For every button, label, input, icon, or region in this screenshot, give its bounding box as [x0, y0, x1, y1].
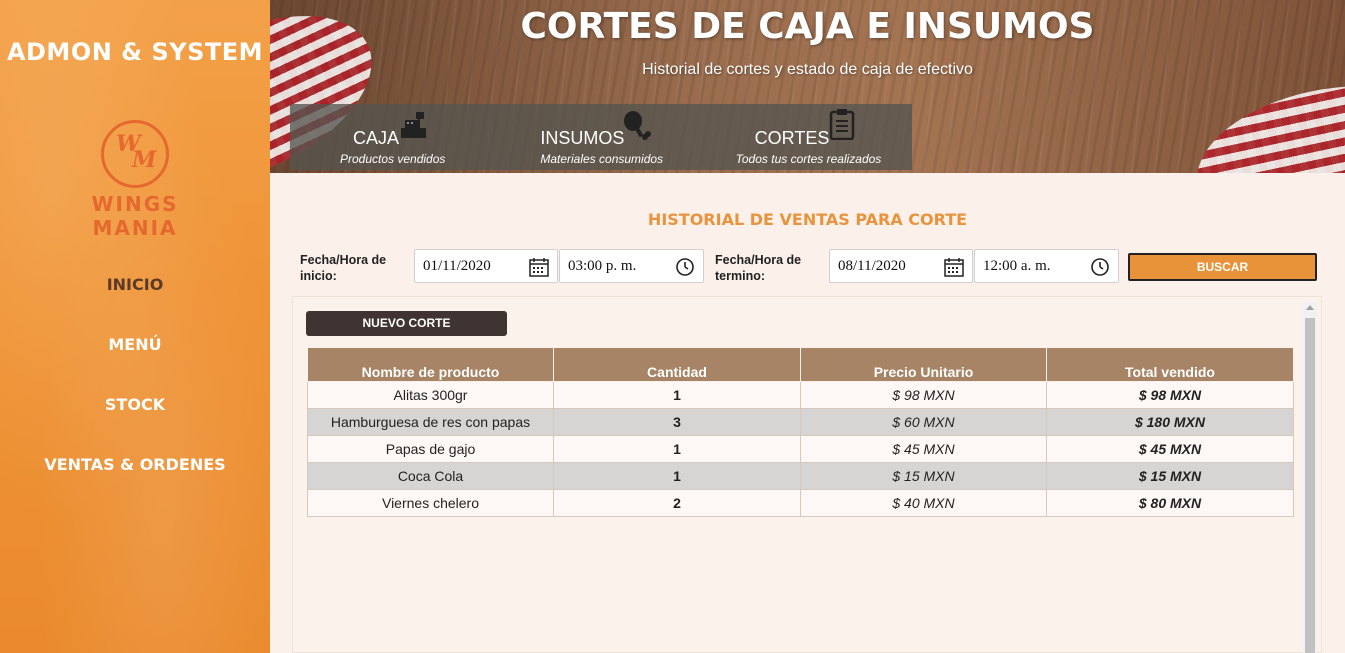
tab-label: CAJA [353, 128, 400, 148]
logo-wordmark: WINGS MANIA [91, 192, 179, 240]
product-name-cell: Viernes chelero [307, 489, 554, 517]
sidebar-item-inicio[interactable]: INICIO [0, 270, 270, 330]
total-cell: $ 80 MXN [1046, 489, 1294, 517]
product-name-cell: Coca Cola [307, 462, 554, 490]
search-button[interactable]: BUSCAR [1128, 253, 1317, 281]
total-cell: $ 98 MXN [1046, 381, 1294, 409]
product-name-cell: Alitas 300gr [307, 381, 554, 409]
sales-table: Nombre de producto Cantidad Precio Unita… [307, 347, 1294, 517]
scrollbar-thumb[interactable] [1305, 318, 1315, 653]
sidebar-nav: INICIO MENÚ STOCK VENTAS & ORDENES [0, 270, 270, 510]
page-header: CORTES DE CAJA E INSUMOS Historial de co… [270, 0, 1345, 173]
column-header-product[interactable]: Nombre de producto [307, 347, 554, 382]
vertical-scrollbar[interactable] [1303, 302, 1317, 653]
start-date-input[interactable]: 01/11/2020 [414, 249, 558, 283]
column-header-quantity[interactable]: Cantidad [553, 347, 801, 382]
quantity-cell: 1 [553, 381, 801, 409]
quantity-cell: 2 [553, 489, 801, 517]
column-header-unit-price[interactable]: Precio Unitario [800, 347, 1047, 382]
product-name-cell: Hamburguesa de res con papas [307, 408, 554, 436]
unit-price-cell: $ 98 MXN [800, 381, 1047, 409]
table-row: Hamburguesa de res con papas 3 $ 60 MXN … [307, 408, 1294, 436]
tab-label: CORTES [754, 128, 830, 148]
page-subtitle: Historial de cortes y estado de caja de … [642, 61, 973, 78]
tab-label: INSUMOS [540, 128, 625, 148]
tab-caja[interactable]: CAJA Productos vendidos [290, 104, 497, 170]
clock-icon[interactable] [675, 257, 695, 277]
table-row: Coca Cola 1 $ 15 MXN $ 15 MXN [307, 462, 1294, 490]
quantity-cell: 1 [553, 462, 801, 490]
table-row: Viernes chelero 2 $ 40 MXN $ 80 MXN [307, 489, 1294, 517]
total-cell: $ 15 MXN [1046, 462, 1294, 490]
product-name-cell: Papas de gajo [307, 435, 554, 463]
tablecloth-decoration [1183, 64, 1345, 173]
tab-description: Todos tus cortes realizados [735, 152, 882, 166]
section-tabs: CAJA Productos vendidos INSUMOS Material… [290, 104, 912, 170]
end-date-input[interactable]: 08/11/2020 [829, 249, 973, 283]
page-title: CORTES DE CAJA E INSUMOS [520, 6, 1095, 47]
table-header-row: Nombre de producto Cantidad Precio Unita… [307, 347, 1294, 382]
clock-icon[interactable] [1090, 257, 1110, 277]
table-row: Alitas 300gr 1 $ 98 MXN $ 98 MXN [307, 381, 1294, 409]
cash-register-icon [401, 112, 426, 138]
unit-price-cell: $ 45 MXN [800, 435, 1047, 463]
tab-cortes[interactable]: CORTES Todos tus cortes realizados [705, 104, 912, 170]
total-cell: $ 180 MXN [1046, 408, 1294, 436]
new-cut-button[interactable]: NUEVO CORTE [306, 311, 507, 336]
section-title: HISTORIAL DE VENTAS PARA CORTE [647, 210, 968, 229]
chicken-leg-icon [624, 111, 652, 140]
scroll-up-arrow-icon[interactable] [1306, 305, 1314, 310]
clipboard-icon [829, 109, 854, 140]
table-row: Papas de gajo 1 $ 45 MXN $ 45 MXN [307, 435, 1294, 463]
end-datetime-label: Fecha/Hora de termino: [715, 253, 802, 283]
start-datetime-label: Fecha/Hora de inicio: [300, 253, 387, 283]
end-time-input[interactable]: 12:00 a. m. [974, 249, 1119, 283]
tab-description: Materiales consumidos [540, 152, 664, 166]
sidebar-item-ventas-ordenes[interactable]: VENTAS & ORDENES [0, 450, 270, 510]
column-header-total[interactable]: Total vendido [1046, 347, 1294, 382]
sidebar: ADMON & SYSTEM W M WINGS MANIA INICIO ME… [0, 0, 270, 653]
unit-price-cell: $ 15 MXN [800, 462, 1047, 490]
tab-insumos[interactable]: INSUMOS Materiales consumidos [497, 104, 704, 170]
sidebar-item-stock[interactable]: STOCK [0, 390, 270, 450]
total-cell: $ 45 MXN [1046, 435, 1294, 463]
sidebar-item-menu[interactable]: MENÚ [0, 330, 270, 390]
wings-mania-logo: W M WINGS MANIA [45, 120, 225, 240]
start-time-input[interactable]: 03:00 p. m. [559, 249, 704, 283]
unit-price-cell: $ 60 MXN [800, 408, 1047, 436]
calendar-icon[interactable] [944, 257, 964, 277]
quantity-cell: 3 [553, 408, 801, 436]
unit-price-cell: $ 40 MXN [800, 489, 1047, 517]
calendar-icon[interactable] [529, 257, 549, 277]
logo-monogram: W M [101, 120, 169, 188]
tab-description: Productos vendidos [340, 152, 446, 166]
brand-title: ADMON & SYSTEM [6, 38, 264, 66]
quantity-cell: 1 [553, 435, 801, 463]
